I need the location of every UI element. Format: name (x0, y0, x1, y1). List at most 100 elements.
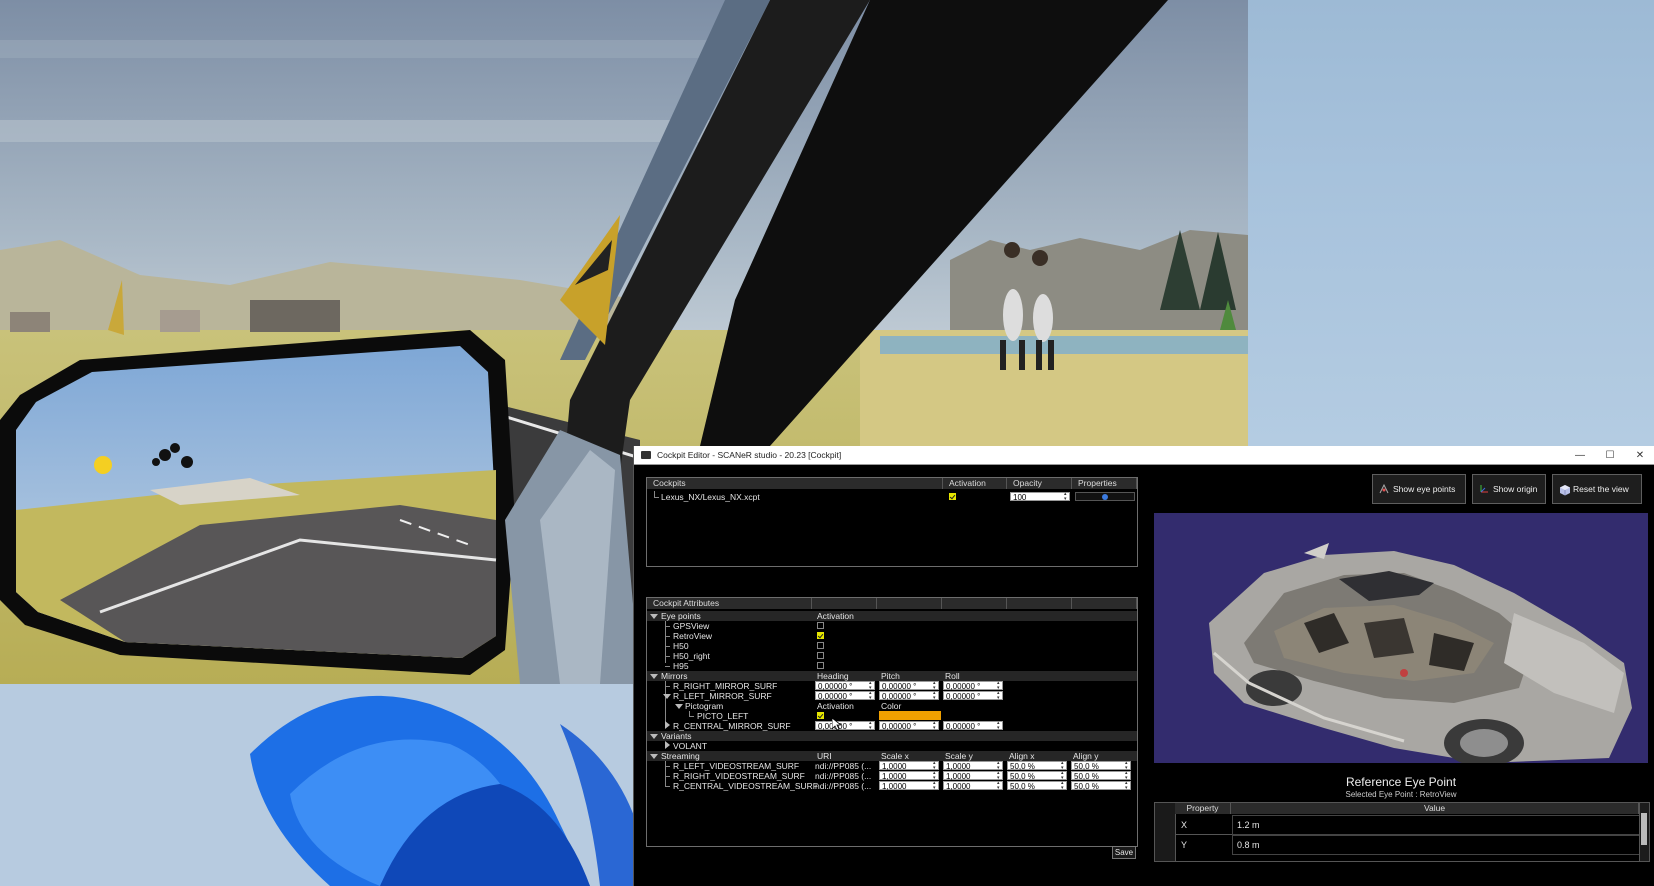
property-y: Y (1181, 840, 1188, 850)
h50-right-checkbox[interactable] (817, 652, 824, 659)
desktop-wallpaper (0, 684, 640, 886)
eye-point-h50-right[interactable]: H50_right (673, 651, 710, 661)
central-videostream-aligny-input[interactable]: 50,0 % (1071, 781, 1131, 791)
pictogram-collapse-arrow[interactable] (675, 704, 683, 709)
cockpits-table: Cockpits Activation Opacity Properties L… (646, 477, 1138, 567)
reference-properties-table: Property Value X 1.2 m Y 0.8 m (1154, 802, 1650, 862)
properties-info-icon[interactable] (1102, 494, 1108, 500)
central-videostream-alignx-input[interactable]: 50,0 % (1007, 781, 1067, 791)
reset-view-cube-icon (1559, 484, 1570, 496)
streaming-scaley-header: Scale y (945, 751, 973, 761)
streaming-aligny-header: Align y (1073, 751, 1099, 761)
picto-left[interactable]: PICTO_LEFT (697, 711, 748, 721)
show-origin-label: Show origin (1493, 484, 1538, 494)
eye-points-icon (1379, 483, 1389, 494)
left-mirror-surf[interactable]: R_LEFT_MIRROR_SURF (673, 691, 772, 701)
central-mirror-heading-input[interactable]: 0,00000 ° (815, 721, 875, 731)
show-eye-points-button[interactable]: Show eye points (1372, 474, 1466, 504)
reset-view-label: Reset the view (1573, 484, 1629, 494)
left-mirror-heading-input[interactable]: 0,00000 ° (815, 691, 875, 701)
cockpits-properties-header: Properties (1072, 478, 1137, 489)
minimize-button[interactable]: — (1565, 450, 1595, 461)
property-x: X (1181, 820, 1188, 830)
left-videostream-scaley-input[interactable]: 1,0000 (943, 761, 1003, 771)
central-mirror-expand-arrow[interactable] (665, 721, 670, 729)
left-mirror-collapse-arrow[interactable] (663, 694, 671, 699)
cockpit-opacity-input[interactable]: 100 (1010, 492, 1070, 502)
variants-collapse-arrow[interactable] (650, 734, 658, 739)
h95-checkbox[interactable] (817, 662, 824, 669)
right-mirror-heading-input[interactable]: 0,00000 ° (815, 681, 875, 691)
reset-view-button[interactable]: Reset the view (1552, 474, 1642, 504)
left-mirror-roll-input[interactable]: 0,00000 ° (943, 691, 1003, 701)
central-mirror-pitch-input[interactable]: 0,00000 ° (879, 721, 939, 731)
pictogram-activation-header: Activation (817, 701, 854, 711)
cockpit-file[interactable]: Lexus_NX/Lexus_NX.xcpt (661, 492, 760, 502)
reference-table-scrollbar[interactable] (1639, 803, 1649, 861)
app-icon (641, 451, 651, 459)
h50-checkbox[interactable] (817, 642, 824, 649)
reference-eye-point-title: Reference Eye Point (1345, 775, 1457, 789)
left-videostream-scalex-input[interactable]: 1,0000 (879, 761, 939, 771)
cockpit-activation-checkbox[interactable] (949, 493, 956, 500)
sky-panel (1248, 0, 1654, 446)
central-mirror-surf[interactable]: R_CENTRAL_MIRROR_SURF (673, 721, 791, 731)
save-button[interactable]: Save (1112, 846, 1136, 859)
value-x-field[interactable]: 1.2 m (1232, 815, 1640, 835)
central-videostream-scalex-input[interactable]: 1,0000 (879, 781, 939, 791)
central-videostream-uri[interactable]: ndi://PP085 (... (815, 781, 871, 791)
right-videostream-scaley-input[interactable]: 1,0000 (943, 771, 1003, 781)
cockpit-properties-cell[interactable] (1075, 492, 1135, 501)
streaming-collapse-arrow[interactable] (650, 754, 658, 759)
eye-point-h50[interactable]: H50 (673, 641, 689, 651)
right-mirror-pitch-input[interactable]: 0,00000 ° (879, 681, 939, 691)
left-videostream-alignx-input[interactable]: 50,0 % (1007, 761, 1067, 771)
3d-viewport[interactable] (1154, 513, 1648, 763)
eye-points-collapse-arrow[interactable] (650, 614, 658, 619)
right-videostream-aligny-input[interactable]: 50,0 % (1071, 771, 1131, 781)
streaming-alignx-header: Align x (1009, 751, 1035, 761)
central-videostream-surf[interactable]: R_CENTRAL_VIDEOSTREAM_SURF (673, 781, 818, 791)
pictogram-label: Pictogram (685, 701, 724, 711)
right-mirror-roll-input[interactable]: 0,00000 ° (943, 681, 1003, 691)
picto-left-color-swatch[interactable] (879, 711, 941, 720)
left-videostream-aligny-input[interactable]: 50,0 % (1071, 761, 1131, 771)
mirrors-roll-header: Roll (945, 671, 960, 681)
eye-points-activation-header: Activation (817, 611, 854, 621)
car-model-render (1209, 543, 1632, 763)
streaming-uri-header: URI (817, 751, 832, 761)
eye-point-h95[interactable]: H95 (673, 661, 689, 671)
variant-volant[interactable]: VOLANT (673, 741, 707, 751)
right-mirror-surf[interactable]: R_RIGHT_MIRROR_SURF (673, 681, 777, 691)
cockpits-activation-header: Activation (943, 478, 1007, 489)
central-mirror-roll-input[interactable]: 0,00000 ° (943, 721, 1003, 731)
left-videostream-surf[interactable]: R_LEFT_VIDEOSTREAM_SURF (673, 761, 799, 771)
eye-point-retroview[interactable]: RetroView (673, 631, 712, 641)
value-y-field[interactable]: 0.8 m (1232, 835, 1640, 855)
mirrors-collapse-arrow[interactable] (650, 674, 658, 679)
volant-expand-arrow[interactable] (665, 741, 670, 749)
retroview-checkbox[interactable] (817, 632, 824, 639)
value-x: 1.2 m (1237, 820, 1260, 830)
maximize-button[interactable]: ☐ (1595, 450, 1625, 461)
cockpits-header: Cockpits (647, 478, 943, 489)
right-videostream-uri[interactable]: ndi://PP085 (... (815, 771, 871, 781)
show-origin-button[interactable]: Show origin (1472, 474, 1546, 504)
picto-left-checkbox[interactable] (817, 712, 824, 719)
eye-point-gpsview[interactable]: GPSView (673, 621, 709, 631)
right-videostream-surf[interactable]: R_RIGHT_VIDEOSTREAM_SURF (673, 771, 805, 781)
scrollbar-thumb[interactable] (1641, 813, 1647, 845)
streaming-label: Streaming (661, 751, 700, 761)
value-y: 0.8 m (1237, 840, 1260, 850)
cockpits-opacity-header: Opacity (1007, 478, 1072, 489)
central-videostream-scaley-input[interactable]: 1,0000 (943, 781, 1003, 791)
gpsview-checkbox[interactable] (817, 622, 824, 629)
attributes-title: Cockpit Attributes (647, 598, 812, 609)
right-videostream-alignx-input[interactable]: 50,0 % (1007, 771, 1067, 781)
left-mirror-pitch-input[interactable]: 0,00000 ° (879, 691, 939, 701)
left-videostream-uri[interactable]: ndi://PP085 (... (815, 761, 871, 771)
right-videostream-scalex-input[interactable]: 1,0000 (879, 771, 939, 781)
close-button[interactable]: ✕ (1625, 450, 1654, 461)
value-column-header: Value (1231, 803, 1639, 814)
streaming-scalex-header: Scale x (881, 751, 909, 761)
